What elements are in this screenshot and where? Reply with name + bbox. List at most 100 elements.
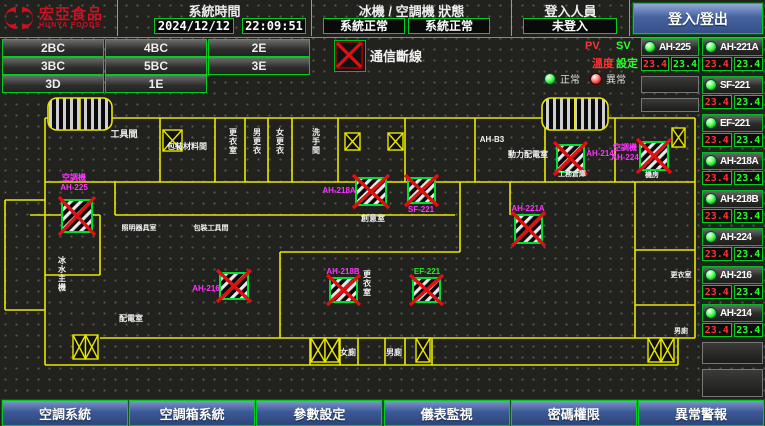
- pv-row-label: 溫度: [592, 55, 614, 71]
- status-led-icon: [705, 155, 717, 167]
- plan-label: AH-218B: [326, 267, 360, 276]
- equipment-button-AH-218B[interactable]: AH-218B: [702, 190, 763, 208]
- plan-label: 男更衣: [253, 128, 262, 155]
- abnormal-legend-label: 異常: [606, 71, 626, 86]
- nav-button-6[interactable]: 異常警報: [638, 400, 764, 426]
- floor-button-4bc[interactable]: 4BC: [105, 39, 207, 57]
- logo-icon: [2, 3, 36, 33]
- nav-button-1[interactable]: 空調系統: [2, 400, 128, 426]
- equipment-button-AH-218A[interactable]: AH-218A: [702, 152, 763, 170]
- floor-button-2bc[interactable]: 2BC: [2, 39, 104, 57]
- equipment-button-AH-224[interactable]: AH-224: [702, 228, 763, 246]
- status-led-icon: [705, 231, 717, 243]
- status-led-icon: [705, 269, 717, 281]
- floor-button-3e[interactable]: 3E: [208, 57, 310, 75]
- sv-value: 23.4: [734, 95, 764, 109]
- ahu-unit-AH-218B[interactable]: [327, 275, 360, 305]
- pv-column-header: PV: [585, 40, 600, 52]
- sv-value: 23.4: [734, 209, 764, 223]
- equipment-unit-AH-218B: AH-218B 23.423.4: [702, 190, 763, 223]
- status-led-icon: [705, 307, 717, 319]
- login-logout-button[interactable]: 登入/登出: [633, 3, 763, 34]
- pv-value: 23.4: [702, 323, 732, 337]
- floorplan: 空調機AH-225AH-218ASF-221AH-221AAH-214空調機AH…: [0, 92, 700, 398]
- equipment-values: 23.423.4: [702, 57, 763, 71]
- equipment-unit-AH-224: AH-22423.423.4: [702, 228, 763, 261]
- brand-name-en: HUNYA FOODS: [39, 22, 103, 29]
- plan-label: 更衣室: [229, 127, 238, 155]
- equipment-name: SF-221: [720, 80, 750, 91]
- pv-value: 23.4: [702, 171, 732, 185]
- plan-label: 更衣室: [363, 269, 372, 297]
- ahu-unit-EF-221[interactable]: [410, 275, 443, 305]
- equipment-values: 23.423.4: [702, 323, 763, 337]
- sv-column-header: SV: [616, 40, 631, 52]
- ahu-unit-SF-221[interactable]: [405, 175, 438, 206]
- plan-label: 工務倉庫: [558, 169, 586, 178]
- plan-label: 洗手間: [312, 127, 320, 155]
- system-date-display: 2024/12/12: [154, 18, 234, 34]
- plan-label: 女廁: [340, 347, 356, 357]
- equipment-values: 23.423.4: [702, 95, 763, 109]
- equipment-name: AH-216: [720, 270, 751, 281]
- equipment-name: AH-218A: [720, 156, 758, 167]
- sv-row-label: 設定: [616, 55, 638, 71]
- plan-label: AH-214: [586, 149, 614, 158]
- system-time-section: 系統時間 2024/12/12 22:09:51: [117, 0, 312, 36]
- pv-value: 23.4: [702, 95, 732, 109]
- empty-slot: [641, 76, 699, 93]
- ahu-unit-AH-224[interactable]: [637, 139, 671, 173]
- floor-button-5bc[interactable]: 5BC: [105, 57, 207, 75]
- sv-value: 23.4: [734, 247, 764, 261]
- equipment-button-AH-216[interactable]: AH-216: [702, 266, 763, 284]
- machine-status-section: 冰機 / 空調機 狀態 系統正常 系統正常: [311, 0, 512, 36]
- ahu-unit-AH-216[interactable]: [217, 270, 251, 302]
- ahu-unit-AH-225[interactable]: [59, 197, 95, 235]
- abnormal-led-icon: [590, 73, 602, 85]
- equipment-button-AH-225[interactable]: AH-225: [641, 38, 699, 56]
- equipment-button-AH-221A[interactable]: AH-221A: [702, 38, 763, 56]
- ahu-unit-AH-221A[interactable]: [512, 212, 545, 246]
- equipment-values: 23.423.4: [702, 209, 763, 223]
- plan-label: EF-221: [414, 267, 441, 276]
- status-led-icon: [644, 41, 656, 53]
- login-status-display: 未登入: [523, 18, 617, 34]
- normal-led-icon: [544, 73, 556, 85]
- empty-slot: [702, 369, 763, 397]
- equipment-unit-SF-221: SF-221 23.423.4: [702, 76, 763, 109]
- equipment-button-AH-214[interactable]: AH-214: [702, 304, 763, 322]
- ahu-unit-AH-218A[interactable]: [353, 175, 389, 208]
- equipment-column-b: AH-221A23.423.4SF-22123.423.4EF-22123.42…: [702, 38, 763, 402]
- equipment-name: AH-214: [720, 308, 751, 319]
- ahu-status-display: 系統正常: [408, 18, 490, 34]
- plan-label: AH-B3: [480, 135, 505, 144]
- plan-label: 工具間: [110, 129, 137, 139]
- nav-button-4[interactable]: 儀表監視: [384, 400, 510, 426]
- nav-button-2[interactable]: 空調箱系統: [129, 400, 255, 426]
- status-legend: 正常 異常: [544, 71, 626, 86]
- floor-button-1e[interactable]: 1E: [105, 75, 207, 93]
- equipment-values: 23.423.4: [702, 247, 763, 261]
- equipment-unit-EF-221: EF-22123.423.4: [702, 114, 763, 147]
- plan-label: AH-224: [611, 153, 639, 162]
- plan-label: 空調機: [62, 172, 86, 182]
- floor-button-2e[interactable]: 2E: [208, 39, 310, 57]
- login-section: 登入人員 未登入: [511, 0, 630, 36]
- status-led-icon: [705, 79, 717, 91]
- floor-button-3bc[interactable]: 3BC: [2, 57, 104, 75]
- equipment-values: 23.423.4: [702, 285, 763, 299]
- equipment-button-EF-221[interactable]: EF-221: [702, 114, 763, 132]
- equipment-unit-AH-218A: AH-218A23.423.4: [702, 152, 763, 185]
- status-led-icon: [705, 41, 717, 53]
- equipment-unit-AH-216: AH-216 23.423.4: [702, 266, 763, 299]
- equipment-name: AH-218B: [720, 194, 758, 205]
- equipment-values: 23.423.4: [641, 57, 699, 71]
- pv-value: 23.4: [641, 57, 669, 71]
- nav-button-3[interactable]: 參數設定: [256, 400, 382, 426]
- floor-button-3d[interactable]: 3D: [2, 75, 104, 93]
- equipment-values: 23.423.4: [702, 133, 763, 147]
- nav-button-5[interactable]: 密碼權限: [511, 400, 637, 426]
- plan-label: 包裝材料間: [166, 141, 207, 151]
- equipment-button-SF-221[interactable]: SF-221: [702, 76, 763, 94]
- normal-legend-label: 正常: [560, 71, 580, 86]
